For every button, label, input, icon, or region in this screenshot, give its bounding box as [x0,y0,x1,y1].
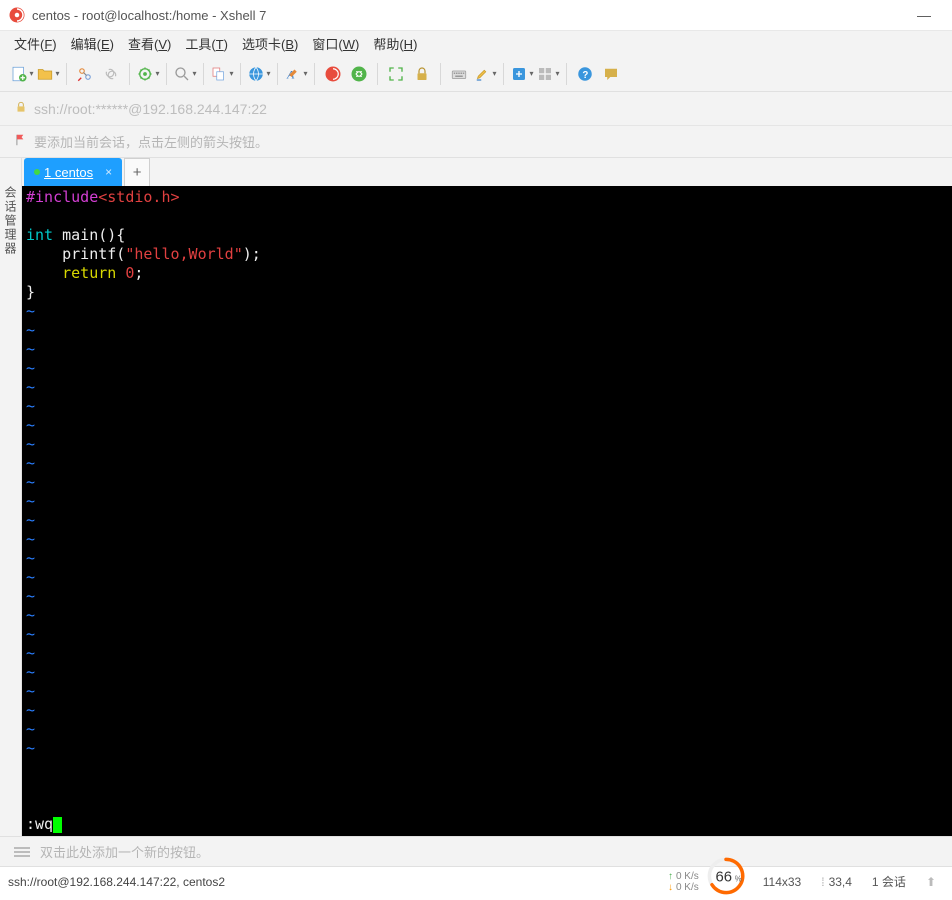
toolbar-separator [166,63,167,85]
session-manager-label: 会话管理器 [2,186,19,256]
toolbar-separator [277,63,278,85]
menu-b[interactable]: 选项卡(B) [242,34,298,53]
new-session-button[interactable]: ▾ [10,62,34,86]
xshell-icon[interactable] [321,62,345,86]
toolbar-separator [129,63,130,85]
properties-button[interactable]: ▾ [136,62,160,86]
status-dot-icon [34,169,40,175]
hamburger-icon[interactable] [14,845,30,859]
add-button[interactable]: ▾ [510,62,534,86]
toolbar-separator [66,63,67,85]
status-bar: ssh://root@192.168.244.147:22, centos2 ↑… [0,866,952,896]
disconnect-button[interactable] [73,62,97,86]
toolbar-separator [240,63,241,85]
help-button[interactable]: ? [573,62,597,86]
layout-button[interactable]: ▾ [536,62,560,86]
menu-f[interactable]: 文件(F) [14,34,57,53]
menu-t[interactable]: 工具(T) [185,34,228,53]
close-tab-icon[interactable]: × [105,165,112,179]
flag-icon [14,133,28,150]
lock-icon [14,100,28,117]
open-button[interactable]: ▾ [36,62,60,86]
vim-command-line: :wq [26,815,62,834]
svg-text:?: ? [582,69,588,80]
highlight-button[interactable]: ▾ [473,62,497,86]
workspace: 会话管理器 1 centos × + #include<stdio.h> int… [0,158,952,836]
terminal[interactable]: #include<stdio.h> int main(){ printf("he… [22,186,952,836]
toolbar-separator [503,63,504,85]
hint-bar: 要添加当前会话，点击左侧的箭头按钮。 [0,126,952,158]
cursor-position: ⁞33,4 [821,875,852,889]
window-title: centos - root@localhost:/home - Xshell 7 [32,8,904,23]
quick-command-bar[interactable]: 双击此处添加一个新的按钮。 [0,836,952,866]
fullscreen-button[interactable] [384,62,408,86]
menu-v[interactable]: 查看(V) [128,34,171,53]
svg-text:66: 66 [715,869,732,885]
toolbar-separator [566,63,567,85]
session-tab-centos[interactable]: 1 centos × [24,158,122,186]
address-bar[interactable]: ssh://root:******@192.168.244.147:22 [0,92,952,126]
chat-button[interactable] [599,62,623,86]
menu-e[interactable]: 编辑(E) [71,34,114,53]
web-button[interactable]: ▾ [247,62,271,86]
toolbar-separator [203,63,204,85]
session-tab-label: 1 centos [44,165,93,180]
network-speed: ↑0 K/s ↓0 K/s [668,871,699,893]
svg-text:%: % [734,874,741,883]
font-button[interactable]: A▾ [284,62,308,86]
search-button[interactable]: ▾ [173,62,197,86]
status-connection: ssh://root@192.168.244.147:22, centos2 [6,875,668,889]
minimize-button[interactable]: — [904,7,944,23]
session-manager-tab[interactable]: 会话管理器 [0,158,22,836]
menu-bar: 文件(F) 编辑(E) 查看(V) 工具(T) 选项卡(B) 窗口(W) 帮助(H) [0,30,952,56]
new-tab-button[interactable]: + [124,158,150,186]
arrow-up-icon[interactable]: ⬆ [926,875,936,889]
toolbar: ▾ ▾ ▾ ▾ ▾ ▾ A▾ ▾ ▾ ▾ ? [0,56,952,92]
address-url: ssh://root:******@192.168.244.147:22 [34,101,267,117]
window-titlebar: centos - root@localhost:/home - Xshell 7… [0,0,952,30]
cursor-icon [53,817,62,833]
tab-strip: 1 centos × + [22,158,952,186]
reconnect-button[interactable] [99,62,123,86]
menu-w[interactable]: 窗口(W) [312,34,359,53]
keyboard-button[interactable] [447,62,471,86]
session-count: 1 会话 [872,873,906,890]
terminal-size: 114x33 [763,875,801,889]
quick-command-hint: 双击此处添加一个新的按钮。 [40,842,209,861]
menu-h[interactable]: 帮助(H) [373,34,417,53]
toolbar-separator [314,63,315,85]
toolbar-separator [377,63,378,85]
hint-text: 要添加当前会话，点击左侧的箭头按钮。 [34,132,268,151]
lock-button[interactable] [410,62,434,86]
app-icon [8,6,26,24]
main-area: 1 centos × + #include<stdio.h> int main(… [22,158,952,836]
copy-button[interactable]: ▾ [210,62,234,86]
toolbar-separator [440,63,441,85]
xftp-icon[interactable] [347,62,371,86]
gauge-icon: 66% [705,855,747,897]
